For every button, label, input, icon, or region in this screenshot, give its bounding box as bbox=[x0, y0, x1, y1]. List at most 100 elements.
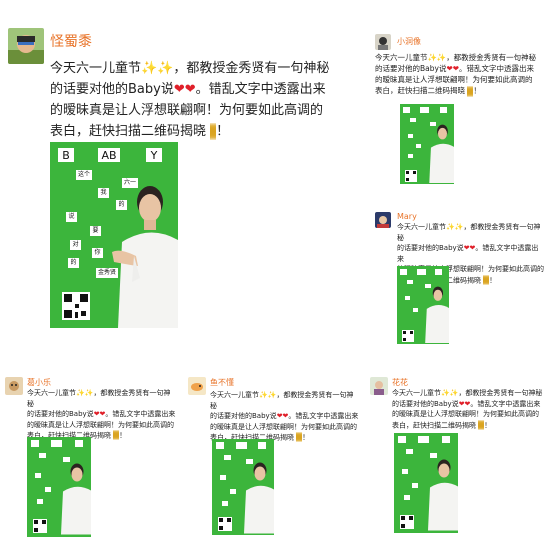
sparkle-icon: ✨✨ bbox=[76, 389, 94, 397]
title-letter: Y bbox=[146, 148, 162, 162]
post-text: 今天六一儿童节✨✨，都教授金秀贤有一句神秘 的话要对他的Baby说❤❤。错乱文字… bbox=[375, 52, 545, 97]
post-text-line2: 的话要对他的Baby说 bbox=[27, 410, 94, 418]
heart-icon: ❤❤ bbox=[93, 410, 106, 418]
qr-code[interactable] bbox=[400, 515, 414, 529]
word-chip bbox=[39, 453, 46, 458]
title-letter: B bbox=[58, 148, 74, 162]
word-chip: 对 bbox=[70, 240, 81, 250]
title-letter bbox=[216, 442, 224, 449]
promo-image[interactable] bbox=[394, 433, 458, 533]
word-chip bbox=[404, 495, 410, 500]
repost: 小洞像 今天六一儿童节✨✨，都教授金秀贤有一句神秘 的话要对他的Baby说❤❤。… bbox=[375, 30, 545, 190]
promo-image[interactable] bbox=[27, 437, 91, 537]
title-letter bbox=[31, 440, 39, 447]
post-text-line1: 今天六一儿童节 bbox=[50, 61, 142, 76]
post-text-line3: 的暧昧真是让人浮想联翩啊！为何要如此高调的 bbox=[27, 420, 174, 429]
username[interactable]: 鱼不懂 bbox=[210, 377, 234, 388]
promo-image[interactable] bbox=[397, 266, 449, 344]
post-text-line3: 的暧昧真是让人浮想联翩啊！为何要如此高调的 bbox=[210, 422, 357, 431]
word-chip bbox=[416, 144, 421, 148]
word-chip bbox=[35, 473, 41, 478]
post-text-line1: 今天六一儿童节 bbox=[397, 223, 446, 231]
post-text-end: ！ bbox=[302, 433, 310, 442]
title-letter bbox=[236, 442, 247, 449]
avatar[interactable] bbox=[8, 28, 44, 64]
post-text-end: ！ bbox=[119, 431, 127, 440]
post-text-line2: 的话要对他的Baby说 bbox=[375, 64, 447, 73]
word-chip bbox=[37, 499, 43, 504]
post-text-line1: 今天六一儿童节 bbox=[27, 389, 76, 397]
word-chip bbox=[408, 154, 413, 158]
word-chip bbox=[402, 469, 408, 474]
title-letter bbox=[417, 269, 426, 275]
post-text-line1: 今天六一儿童节 bbox=[375, 53, 428, 62]
repost: 花花 今天六一儿童节✨✨，都教授金秀贤有一句神秘 的话要对他的Baby说❤❤。错… bbox=[370, 377, 545, 545]
post-text-end: ！ bbox=[216, 124, 230, 139]
person-image bbox=[429, 124, 454, 184]
person-image bbox=[61, 463, 91, 535]
post-text-line3: 的暧昧真是让人浮想联翩啊！为何要如此高调的 bbox=[50, 103, 324, 118]
post-text-line4: 表白，赶快扫描二维码揭晓 bbox=[375, 86, 465, 95]
qr-code[interactable] bbox=[402, 330, 414, 342]
promo-image[interactable] bbox=[212, 439, 274, 535]
title-letter bbox=[400, 269, 407, 275]
avatar[interactable] bbox=[188, 377, 206, 395]
post-text-line1b: ，都教授金秀贤有一句神秘 bbox=[173, 61, 330, 76]
word-chip: 要 bbox=[90, 226, 101, 236]
heart-icon: ❤❤ bbox=[446, 64, 460, 73]
post-text: 今天六一儿童节✨✨，都教授金秀贤有一句神秘 的话要对他的Baby说❤❤。错乱文字… bbox=[27, 388, 177, 441]
word-chip bbox=[407, 280, 413, 284]
post-text-line2: 的话要对他的Baby说 bbox=[210, 412, 277, 420]
title-letter bbox=[440, 107, 447, 113]
username[interactable]: 小洞像 bbox=[397, 36, 421, 47]
title-letter bbox=[51, 440, 62, 447]
title-letter: AB bbox=[98, 148, 120, 162]
avatar[interactable] bbox=[370, 377, 388, 395]
post-text-line1: 今天六一儿童节 bbox=[392, 389, 441, 397]
qr-code[interactable] bbox=[62, 292, 90, 320]
word-chip bbox=[224, 455, 231, 460]
qr-code[interactable] bbox=[218, 517, 232, 531]
post-text-line2b: 。错乱文字中透露出来 bbox=[105, 410, 176, 418]
sparkle-icon: ✨✨ bbox=[427, 53, 447, 62]
title-letter bbox=[442, 436, 450, 443]
username[interactable]: 花花 bbox=[392, 377, 408, 388]
repost: 葛小乐 今天六一儿童节✨✨，都教授金秀贤有一句神秘 的话要对他的Baby说❤❤。… bbox=[5, 377, 177, 545]
qr-code[interactable] bbox=[405, 170, 417, 182]
title-letter bbox=[75, 440, 83, 447]
word-chip bbox=[413, 308, 418, 312]
word-chip bbox=[410, 118, 416, 122]
post-text: 今天六一儿童节✨✨，都教授金秀贤有一句神秘 的话要对他的Baby说❤❤。错乱文字… bbox=[50, 58, 330, 142]
promo-image[interactable]: B AB Y 这个 六一 我 的 说 要 对 你 的 金秀贤 bbox=[50, 142, 178, 328]
username[interactable]: 怪蜀黍 bbox=[50, 31, 92, 51]
avatar[interactable] bbox=[375, 34, 391, 50]
post-text: 今天六一儿童节✨✨，都教授金秀贤有一句神秘 的话要对他的Baby说❤❤。错乱文字… bbox=[210, 390, 360, 443]
title-letter bbox=[418, 436, 429, 443]
heart-icon: ❤❤ bbox=[173, 82, 196, 97]
avatar[interactable] bbox=[5, 377, 23, 395]
post-text-line1b: ，都教授金秀贤有一句神秘 bbox=[446, 53, 537, 62]
post-text-line2: 的话要对他的Baby说 bbox=[397, 244, 464, 252]
word-chip bbox=[408, 134, 413, 138]
word-chip bbox=[45, 487, 51, 492]
repost: Mary 今天六一儿童节✨✨，都教授金秀贤有一句神秘 的话要对他的Baby说❤❤… bbox=[375, 210, 545, 360]
person-image bbox=[112, 186, 178, 328]
username[interactable]: 葛小乐 bbox=[27, 377, 51, 388]
title-letter bbox=[435, 269, 442, 275]
sparkle-icon: ✨✨ bbox=[446, 223, 464, 231]
word-chip bbox=[230, 489, 236, 494]
promo-image[interactable] bbox=[400, 104, 454, 184]
post-text-line2b: 。错乱文字中透露出来 bbox=[459, 64, 535, 73]
person-image bbox=[425, 286, 449, 343]
sparkle-icon: ✨✨ bbox=[441, 389, 459, 397]
heart-icon: ❤❤ bbox=[458, 399, 471, 408]
post-text-line2b: 。错乱文字中透露出来 bbox=[195, 82, 326, 97]
word-chip: 你 bbox=[92, 248, 103, 258]
sparkle-icon: ✨✨ bbox=[141, 61, 174, 76]
avatar[interactable] bbox=[375, 212, 391, 228]
person-image bbox=[244, 462, 274, 534]
post-text-line3: 的暧昧真是让人浮想联翩啊！为何要如此高调的 bbox=[392, 410, 539, 418]
qr-code[interactable] bbox=[33, 519, 47, 533]
username[interactable]: Mary bbox=[397, 212, 417, 221]
word-chip: 的 bbox=[68, 258, 79, 268]
